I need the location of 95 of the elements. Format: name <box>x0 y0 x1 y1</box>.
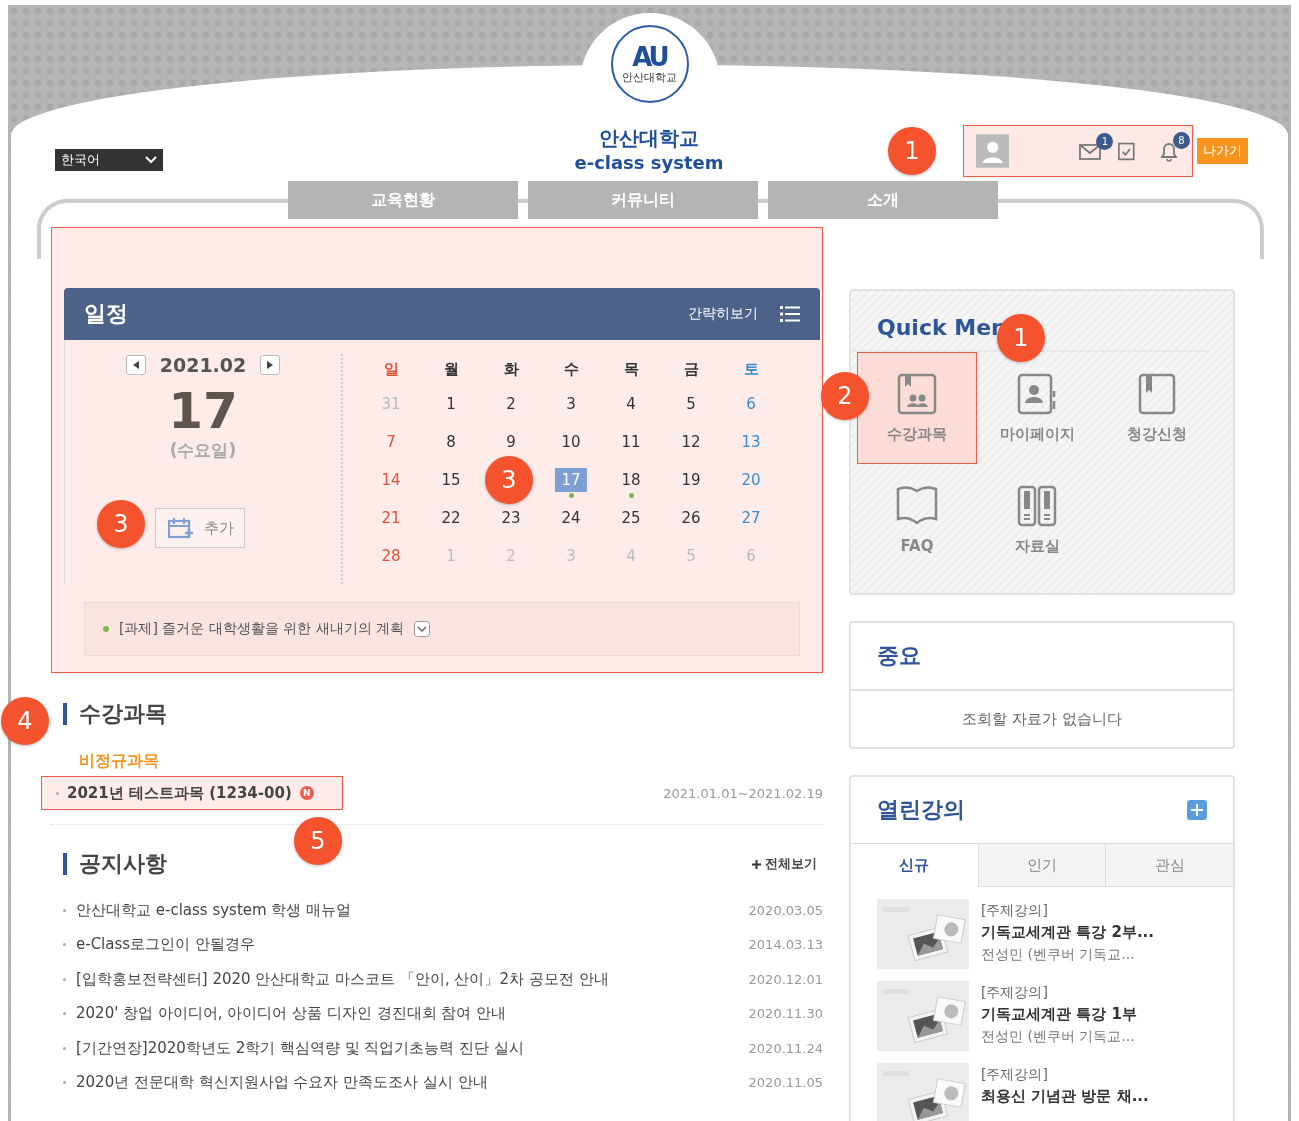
lecture-title[interactable]: 기독교세계관 특강 1부 <box>981 1003 1137 1025</box>
lecture-title[interactable]: 기독교세계관 특강 2부... <box>981 921 1154 943</box>
calendar-day[interactable]: 5 <box>680 392 702 416</box>
notice-date: 2014.03.13 <box>748 937 823 953</box>
lecture-category: [주제강의] <box>981 901 1049 920</box>
bullet-icon <box>63 977 66 981</box>
previous-month-button[interactable] <box>125 355 146 375</box>
calendar-day[interactable]: 9 <box>500 430 522 454</box>
caret-icon <box>145 156 157 164</box>
empty-message: 조회할 자료가 없습니다 <box>961 709 1123 730</box>
callout-marker: 3 <box>485 456 533 504</box>
weekday-header: 월 <box>442 359 460 380</box>
logo: AU 안산대학교 <box>610 25 689 103</box>
callout-marker: 1 <box>888 127 936 175</box>
binders-icon <box>1017 484 1057 527</box>
calendar-day[interactable]: 23 <box>495 506 527 530</box>
weekday-header: 수 <box>562 359 580 380</box>
triangle-right-icon <box>267 361 274 369</box>
calendar-day[interactable]: 22 <box>435 506 467 530</box>
weekday-label: (수요일) <box>169 439 237 462</box>
calendar-day[interactable]: 8 <box>440 430 462 454</box>
notice-date: 2020.11.24 <box>748 1040 823 1056</box>
calendar-day[interactable]: 15 <box>435 468 467 492</box>
notice-link[interactable]: [입학홍보전략센터] 2020 안산대학교 마스코트 「안이, 산이」2차 공모전 안내 <box>76 969 739 989</box>
mail-icon[interactable] <box>1079 141 1104 161</box>
weekday-header: 금 <box>682 359 700 380</box>
panel-title: 중요 <box>877 642 921 670</box>
calendar-day[interactable]: 12 <box>675 430 707 454</box>
calendar-day[interactable]: 24 <box>555 506 587 530</box>
lecture-instructor: 전성민 (벤쿠버 기독교... <box>981 1027 1136 1046</box>
bullet-icon <box>63 1081 66 1085</box>
event-title[interactable]: [과제] 즐거운 대학생활을 위한 새내기의 계획 <box>119 620 405 638</box>
bell-icon[interactable] <box>1158 140 1180 162</box>
count-badge: 8 <box>1173 132 1190 149</box>
lecture-category: [주제강의] <box>981 983 1049 1002</box>
view-all-link[interactable]: 전체보기 <box>746 854 823 874</box>
lecture-category: [주제강의] <box>981 1065 1049 1084</box>
calendar-day[interactable]: 1 <box>440 392 462 416</box>
calendar-day[interactable]: 25 <box>615 506 647 530</box>
plus-icon <box>752 859 761 869</box>
callout-marker: 4 <box>1 697 49 745</box>
calendar-day[interactable]: 26 <box>675 506 707 530</box>
weekday-header: 일 <box>382 359 400 380</box>
language-select[interactable]: 한국어 <box>55 149 163 171</box>
notice-date: 2020.12.01 <box>748 971 823 987</box>
contact-card-icon <box>1017 372 1057 415</box>
site-subtitle: e-class system <box>574 152 724 173</box>
calendar-day[interactable]: 3 <box>560 392 582 416</box>
notice-link[interactable]: 2020' 창업 아이디어, 아이디어 상품 디자인 경진대회 참여 안내 <box>76 1004 739 1024</box>
lecture-title[interactable]: 최용신 기념관 방문 채... <box>981 1085 1149 1107</box>
bullet-icon <box>63 943 66 947</box>
count-badge: 1 <box>1096 133 1114 150</box>
calendar-day[interactable]: 18 <box>615 468 647 492</box>
next-month-button[interactable] <box>260 355 281 375</box>
calendar-add-icon <box>168 517 194 539</box>
site-name: 안산대학교 <box>598 125 700 152</box>
list-icon[interactable] <box>780 306 800 322</box>
calendar-day[interactable]: 11 <box>615 430 647 454</box>
weekday-header: 목 <box>622 359 640 380</box>
lecture-instructor: 전성민 (벤쿠버 기독교... <box>981 945 1136 964</box>
calendar-day[interactable]: 10 <box>555 430 587 454</box>
callout-marker: 3 <box>97 500 145 548</box>
new-badge: N <box>299 786 314 800</box>
calendar-day[interactable]: 2 <box>500 392 522 416</box>
notice-date: 2020.11.05 <box>748 1075 823 1091</box>
notice-link[interactable]: 2020년 전문대학 혁신지원사업 수요자 만족도조사 실시 안내 <box>76 1073 739 1093</box>
bullet-icon <box>56 791 59 795</box>
section-title: 수강과목 <box>63 703 167 725</box>
course-group-label: 비정규과목 <box>79 751 160 772</box>
notice-link[interactable]: e-Class로그인이 안될경우 <box>76 935 739 955</box>
calendar-day[interactable]: 19 <box>675 468 707 492</box>
notice-link[interactable]: 안산대학교 e-class system 학생 매뉴얼 <box>76 900 739 920</box>
chevron-down-icon[interactable] <box>414 621 431 637</box>
checklist-icon[interactable] <box>1117 140 1136 162</box>
weekday-header: 화 <box>502 359 520 380</box>
calendar-day[interactable]: 4 <box>620 392 642 416</box>
weekday-header: 토 <box>742 359 760 380</box>
course-icon <box>897 372 937 415</box>
notice-date: 2020.11.30 <box>748 1006 823 1022</box>
course-period: 2021.01.01~2021.02.19 <box>663 785 823 801</box>
month-label: 2021.02 <box>159 354 247 376</box>
plus-icon[interactable] <box>1187 800 1207 820</box>
view-toggle-link[interactable]: 간략히보기 <box>682 304 764 324</box>
section-title: 공지사항 <box>63 853 167 875</box>
selected-date: 17 <box>168 384 238 439</box>
triangle-left-icon <box>132 361 139 369</box>
callout-marker: 5 <box>294 817 342 865</box>
notice-date: 2020.03.05 <box>748 902 823 918</box>
bullet-icon <box>63 908 66 912</box>
section-title: 일정 <box>84 300 129 328</box>
notice-link[interactable]: [기간연장]2020학년도 2학기 핵심역량 및 직업기초능력 진단 실시 <box>76 1038 739 1058</box>
book-icon <box>1138 372 1176 415</box>
bullet-icon <box>63 1012 66 1016</box>
panel-title: 열린강의 <box>877 796 965 824</box>
bullet-icon <box>63 1046 66 1050</box>
